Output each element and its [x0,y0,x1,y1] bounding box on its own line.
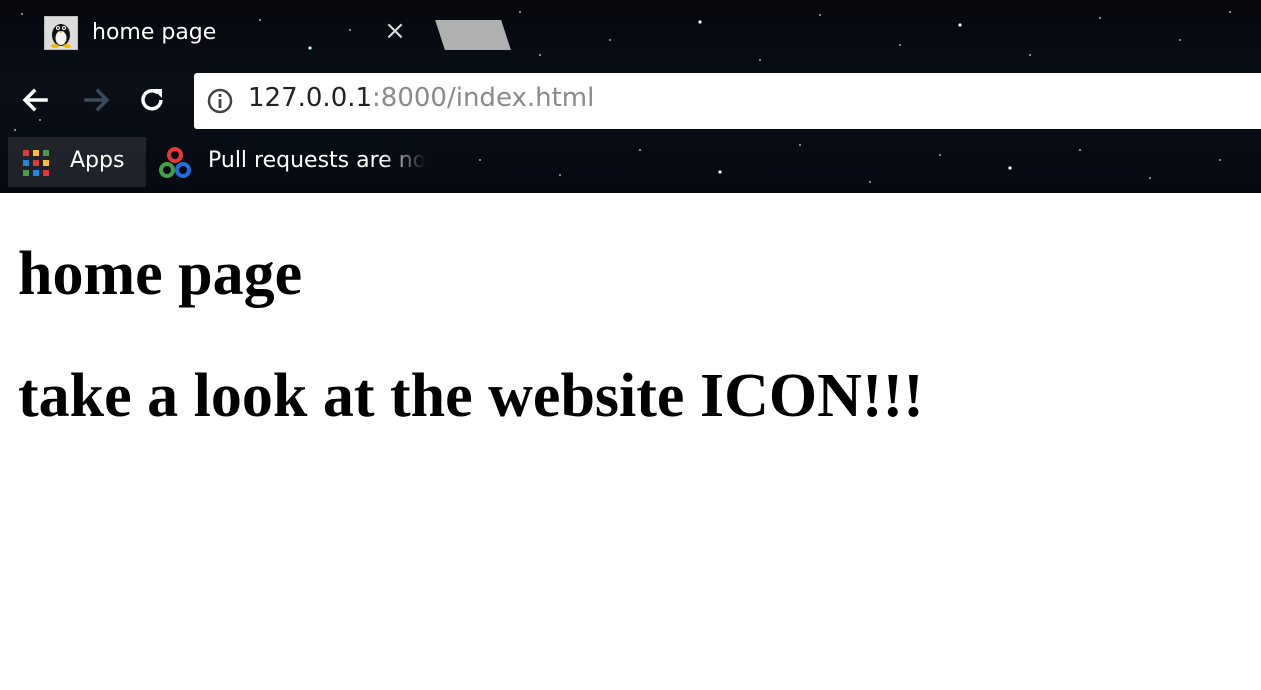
apps-grid-icon [22,149,50,177]
bookmark-pull-requests[interactable]: Pull requests are no [156,137,456,187]
reload-icon [141,88,163,111]
address-bar[interactable]: 127.0.0.1:8000/index.html [194,73,1261,129]
page-subheading: take a look at the website ICON!!! [18,362,924,430]
linux-penguin-icon [44,16,78,50]
close-icon[interactable]: × [382,18,408,44]
bookmark-pull-requests-label: Pull requests are no [208,148,427,173]
info-icon[interactable] [206,87,234,115]
url-host: 127.0.0.1 [248,83,373,113]
url-text: 127.0.0.1:8000/index.html [248,83,594,113]
browser-tab[interactable]: home page × [30,8,425,60]
browser-chrome: home page × 127.0.0.1:8000/index.html Ap… [0,0,1261,193]
new-tab-button[interactable] [435,20,511,50]
back-button[interactable] [18,80,54,120]
reload-button[interactable] [134,80,170,120]
arrow-right-icon [84,88,110,112]
page-content: home page take a look at the website ICO… [0,193,1261,690]
bookmark-apps[interactable]: Apps [8,137,146,187]
page-heading: home page [18,240,303,308]
tab-title: home page [92,20,217,45]
arrow-left-icon [22,88,48,112]
opencv-logo-icon [158,146,192,180]
bookmark-apps-label: Apps [70,148,125,173]
forward-button[interactable] [78,80,114,120]
url-path: :8000/index.html [372,83,595,113]
